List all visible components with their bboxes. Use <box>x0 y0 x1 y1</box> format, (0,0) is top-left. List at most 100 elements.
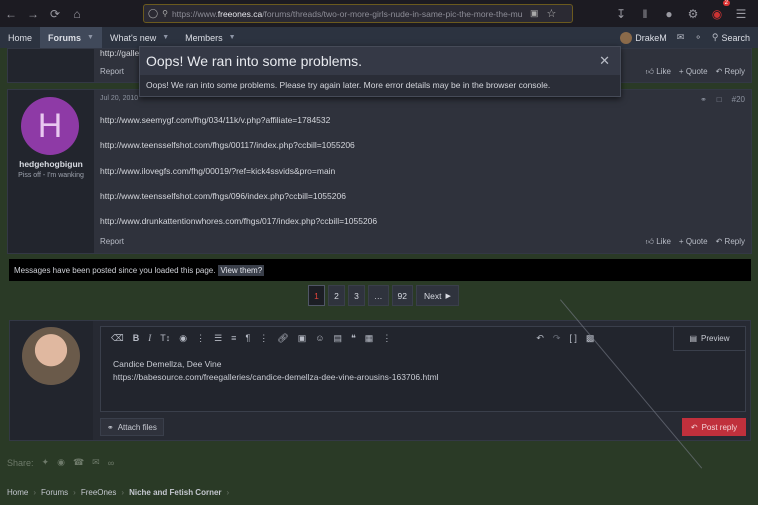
post-meta-tools: ⚭ □ #20 <box>700 95 745 104</box>
shield-icon[interactable]: ◯ <box>148 8 158 19</box>
nav-whats-new[interactable]: What's new ▼ <box>102 27 177 48</box>
post-link[interactable]: http://www.teensselfshot.com/fhgs/00117/… <box>100 140 355 150</box>
menu-icon[interactable]: ☰ <box>730 3 752 25</box>
palette-icon[interactable]: ◉ <box>179 333 187 344</box>
link-icon[interactable]: 🔗︎ <box>277 333 288 344</box>
post-username[interactable]: hedgehogbigun <box>8 159 94 169</box>
addon-icon[interactable]: ◉ 2 <box>706 0 730 25</box>
avatar[interactable]: H <box>21 97 79 155</box>
more-vertical-icon[interactable]: ⋮ <box>259 333 268 344</box>
share-icon[interactable]: ⚭ <box>700 95 707 104</box>
lock-icon[interactable]: ⚲ <box>162 9 168 18</box>
search-icon: ⚲ <box>711 32 719 42</box>
breadcrumb-niche[interactable]: Niche and Fetish Corner <box>129 488 221 497</box>
post-reply-button[interactable]: ↶ Post reply <box>682 418 746 436</box>
preview-icon: ▤ <box>689 334 698 343</box>
table-icon[interactable]: ▦ <box>365 333 374 344</box>
nav-home[interactable]: Home <box>0 27 40 48</box>
page-ellipsis[interactable]: … <box>368 285 389 306</box>
chevron-down-icon[interactable]: ▼ <box>229 34 236 41</box>
reload-icon[interactable]: ⟳ <box>44 3 66 25</box>
breadcrumb-freeones[interactable]: FreeOnes <box>81 488 117 497</box>
bbcode-icon[interactable]: [ ] <box>569 333 577 343</box>
chevron-down-icon[interactable]: ▼ <box>87 34 94 41</box>
email-icon[interactable]: ✉ <box>92 457 100 468</box>
address-bar[interactable]: ◯ ⚲ https://www.freeones.ca/forums/threa… <box>143 4 573 23</box>
reply-editor[interactable]: ⌫ B I T↕ ◉ ⋮ ☰ ≡ ¶ ⋮ 🔗︎ ▣ ☺ ▤ ❝ ▦ ⋮ ↶ ↷ … <box>100 326 746 412</box>
toast-title: Oops! We ran into some problems. <box>140 47 620 75</box>
notice-text: Messages have been posted since you load… <box>14 265 216 275</box>
report-link[interactable]: Report <box>100 67 124 76</box>
view-new-messages-link[interactable]: View them? <box>218 264 265 276</box>
nav-members[interactable]: Members ▼ <box>177 27 243 48</box>
quote-button[interactable]: + Quote <box>679 67 708 77</box>
report-link[interactable]: Report <box>100 237 124 246</box>
editor-line-1[interactable]: Candice Demellza, Dee Vine <box>113 359 222 369</box>
library-icon[interactable]: ‖ <box>634 3 656 25</box>
reply-button[interactable]: ↶ Reply <box>716 237 745 247</box>
post-date[interactable]: Jul 20, 2010 <box>100 95 138 102</box>
forward-icon[interactable]: → <box>22 3 44 25</box>
quote-icon[interactable]: ❝ <box>351 333 356 344</box>
download-icon[interactable]: ↧ <box>610 3 632 25</box>
bookmark-star-icon[interactable]: ☆ <box>546 7 556 20</box>
next-page-button[interactable]: Next ▶ <box>415 285 459 306</box>
list-icon[interactable]: ☰ <box>214 333 222 344</box>
reddit-icon[interactable]: ◉ <box>57 457 65 468</box>
paragraph-icon[interactable]: ¶ <box>245 333 250 343</box>
home-icon[interactable]: ⌂ <box>66 3 88 25</box>
breadcrumb-forums[interactable]: Forums <box>41 488 68 497</box>
paperclip-icon: ⚭ <box>107 422 114 432</box>
editor-line-2[interactable]: https://babesource.com/freegalleries/can… <box>113 372 439 382</box>
account-menu[interactable]: DrakeM <box>620 31 667 44</box>
whatsapp-icon[interactable]: ☎ <box>73 457 84 468</box>
extension-icon[interactable]: ● <box>658 3 680 25</box>
link-icon[interactable]: ∞ <box>108 458 114 468</box>
nav-forums[interactable]: Forums ▼ <box>40 27 102 48</box>
preview-button[interactable]: ▤ Preview <box>673 327 745 351</box>
media-icon[interactable]: ▤ <box>333 333 342 344</box>
page-2[interactable]: 2 <box>328 285 345 306</box>
quote-button[interactable]: + Quote <box>679 237 708 247</box>
italic-icon[interactable]: I <box>148 333 151 343</box>
avatar <box>22 327 80 385</box>
reply-button[interactable]: ↶ Reply <box>716 67 745 77</box>
bookmark-icon[interactable]: □ <box>717 95 722 104</box>
like-button[interactable]: 👍︎ Like <box>646 237 671 247</box>
close-icon[interactable]: ✕ <box>599 53 610 69</box>
url-text[interactable]: https://www.freeones.ca/forums/threads/t… <box>172 9 524 19</box>
page-1[interactable]: 1 <box>308 285 325 306</box>
search-button[interactable]: ⚲ Search <box>712 32 750 43</box>
twitter-icon[interactable]: ✦ <box>42 457 50 468</box>
align-icon[interactable]: ≡ <box>231 333 236 343</box>
redo-icon[interactable]: ↷ <box>553 333 561 344</box>
back-icon[interactable]: ← <box>0 3 22 25</box>
eraser-icon[interactable]: ⌫ <box>111 333 124 344</box>
inbox-icon[interactable]: ✉ <box>677 32 685 43</box>
post-link[interactable]: http://galle <box>100 48 139 58</box>
attach-label: Attach files <box>117 422 157 432</box>
more-vertical-icon[interactable]: ⋮ <box>196 333 205 344</box>
breadcrumb-home[interactable]: Home <box>7 488 28 497</box>
page-3[interactable]: 3 <box>348 285 365 306</box>
nav-forums-label: Forums <box>48 32 82 43</box>
bell-icon[interactable]: ⚬ <box>694 32 702 43</box>
font-size-icon[interactable]: T↕ <box>160 333 170 343</box>
like-button[interactable]: 👍︎ Like <box>646 67 671 77</box>
post-link[interactable]: http://www.teensselfshot.com/fhgs/096/in… <box>100 191 346 201</box>
reader-view-icon[interactable]: ▣ <box>530 8 539 19</box>
post-link[interactable]: http://www.seemygf.com/fhg/034/11k/v.php… <box>100 115 330 125</box>
preview-label: Preview <box>701 334 730 343</box>
bold-icon[interactable]: B <box>133 333 140 343</box>
chevron-down-icon[interactable]: ▼ <box>162 34 169 41</box>
post-number[interactable]: #20 <box>732 95 745 104</box>
post-link[interactable]: http://www.ilovegfs.com/fhg/00019/?ref=k… <box>100 166 335 176</box>
account-icon[interactable]: ⚙ <box>682 3 704 25</box>
image-icon[interactable]: ▣ <box>298 333 307 344</box>
page-92[interactable]: 92 <box>391 285 413 306</box>
attach-files-button[interactable]: ⚭ Attach files <box>100 418 164 436</box>
post-link[interactable]: http://www.drunkattentionwhores.com/fhgs… <box>100 216 377 226</box>
more-vertical-icon[interactable]: ⋮ <box>382 333 391 344</box>
smiley-icon[interactable]: ☺ <box>315 333 324 343</box>
undo-icon[interactable]: ↶ <box>536 333 544 344</box>
